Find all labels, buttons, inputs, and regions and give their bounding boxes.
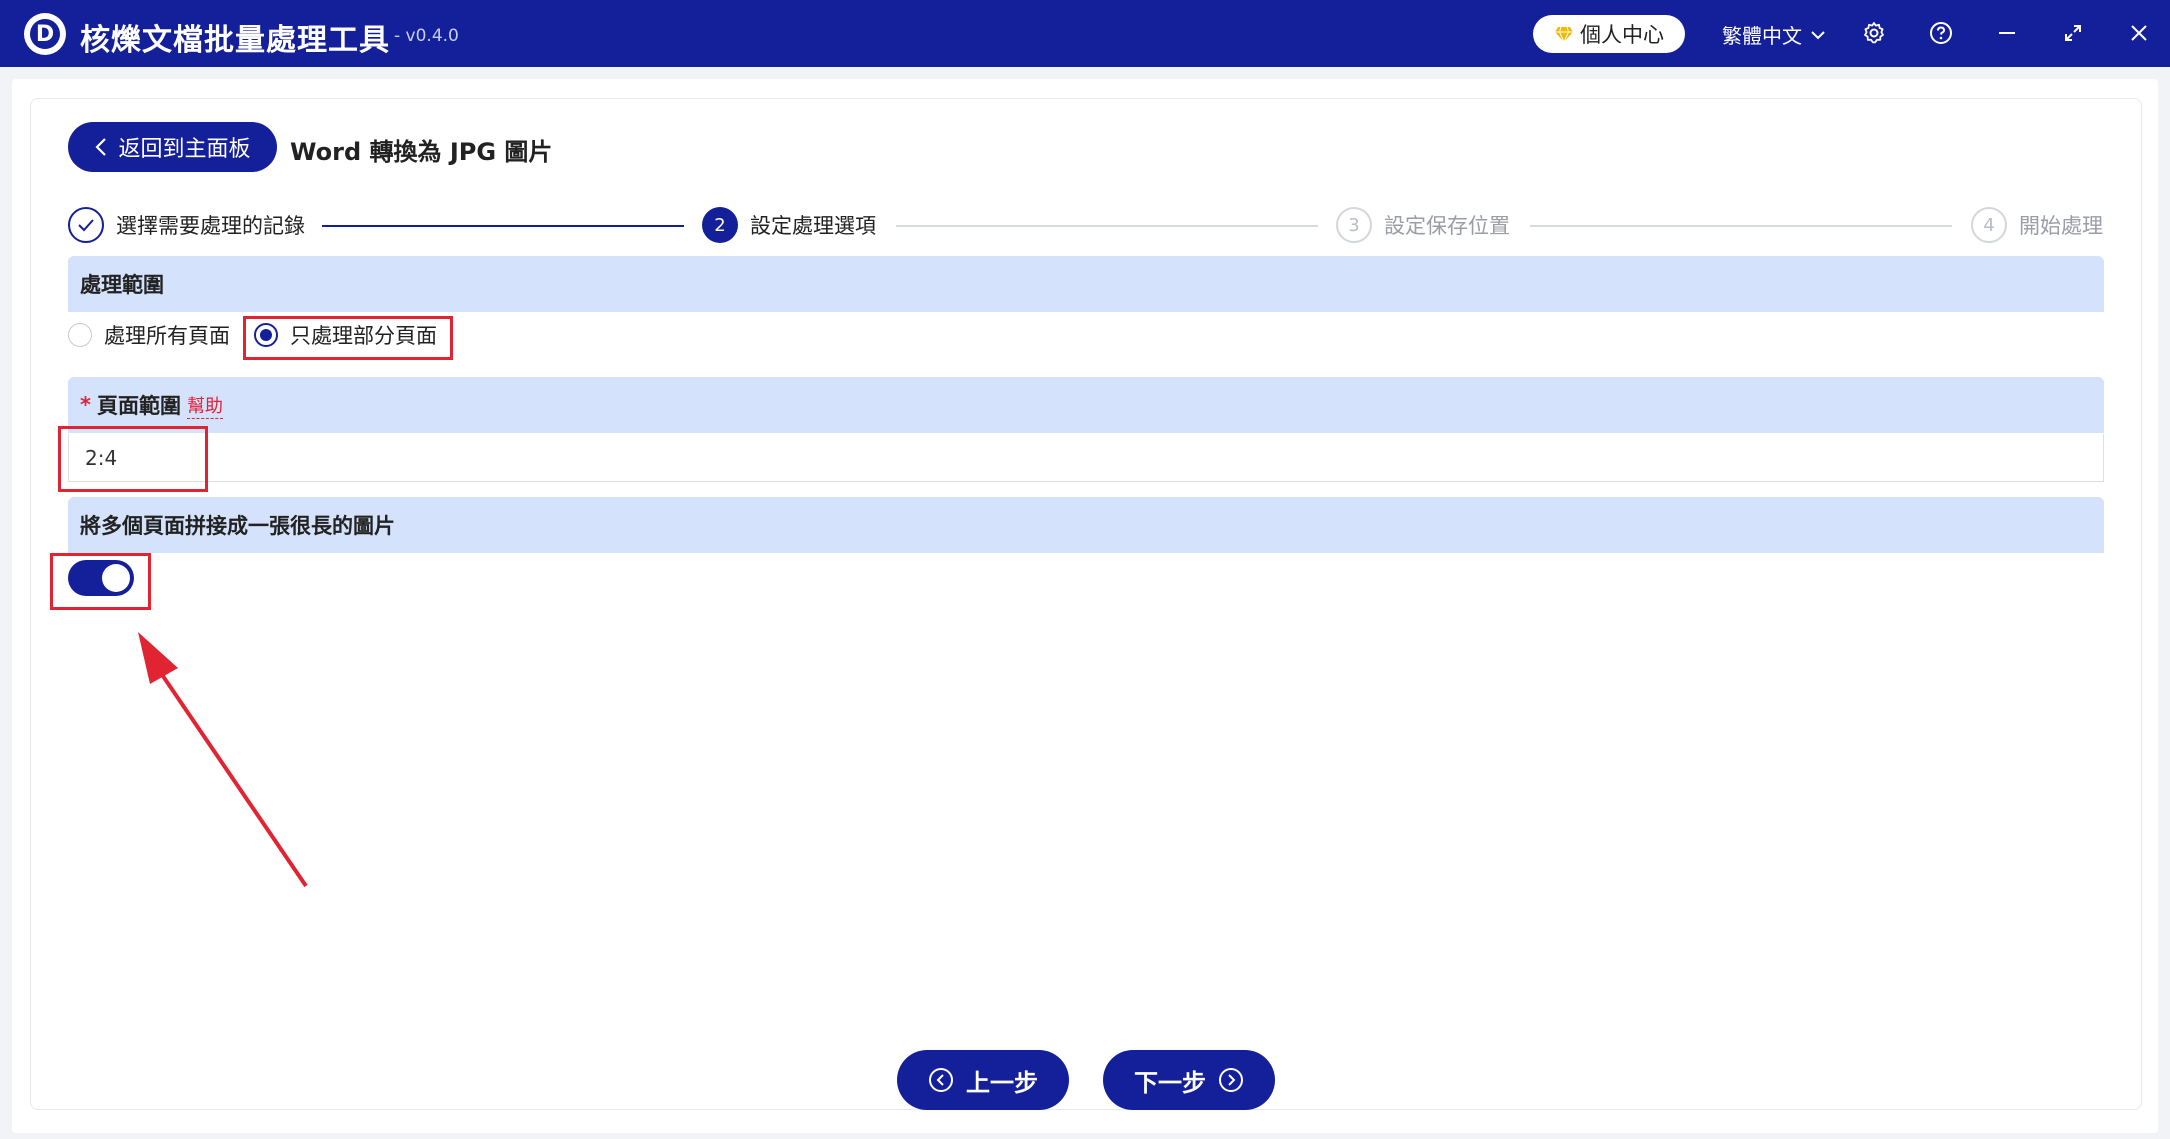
next-step-label: 下一步 bbox=[1134, 1068, 1206, 1097]
prev-step-button[interactable]: 上一步 bbox=[897, 1050, 1069, 1110]
circle-chevron-right-icon bbox=[1219, 1068, 1243, 1092]
next-step-button[interactable]: 下一步 bbox=[1103, 1050, 1275, 1110]
arrow-annotation bbox=[138, 632, 308, 888]
circle-chevron-left-icon bbox=[929, 1068, 953, 1092]
prev-step-label: 上一步 bbox=[966, 1068, 1038, 1097]
